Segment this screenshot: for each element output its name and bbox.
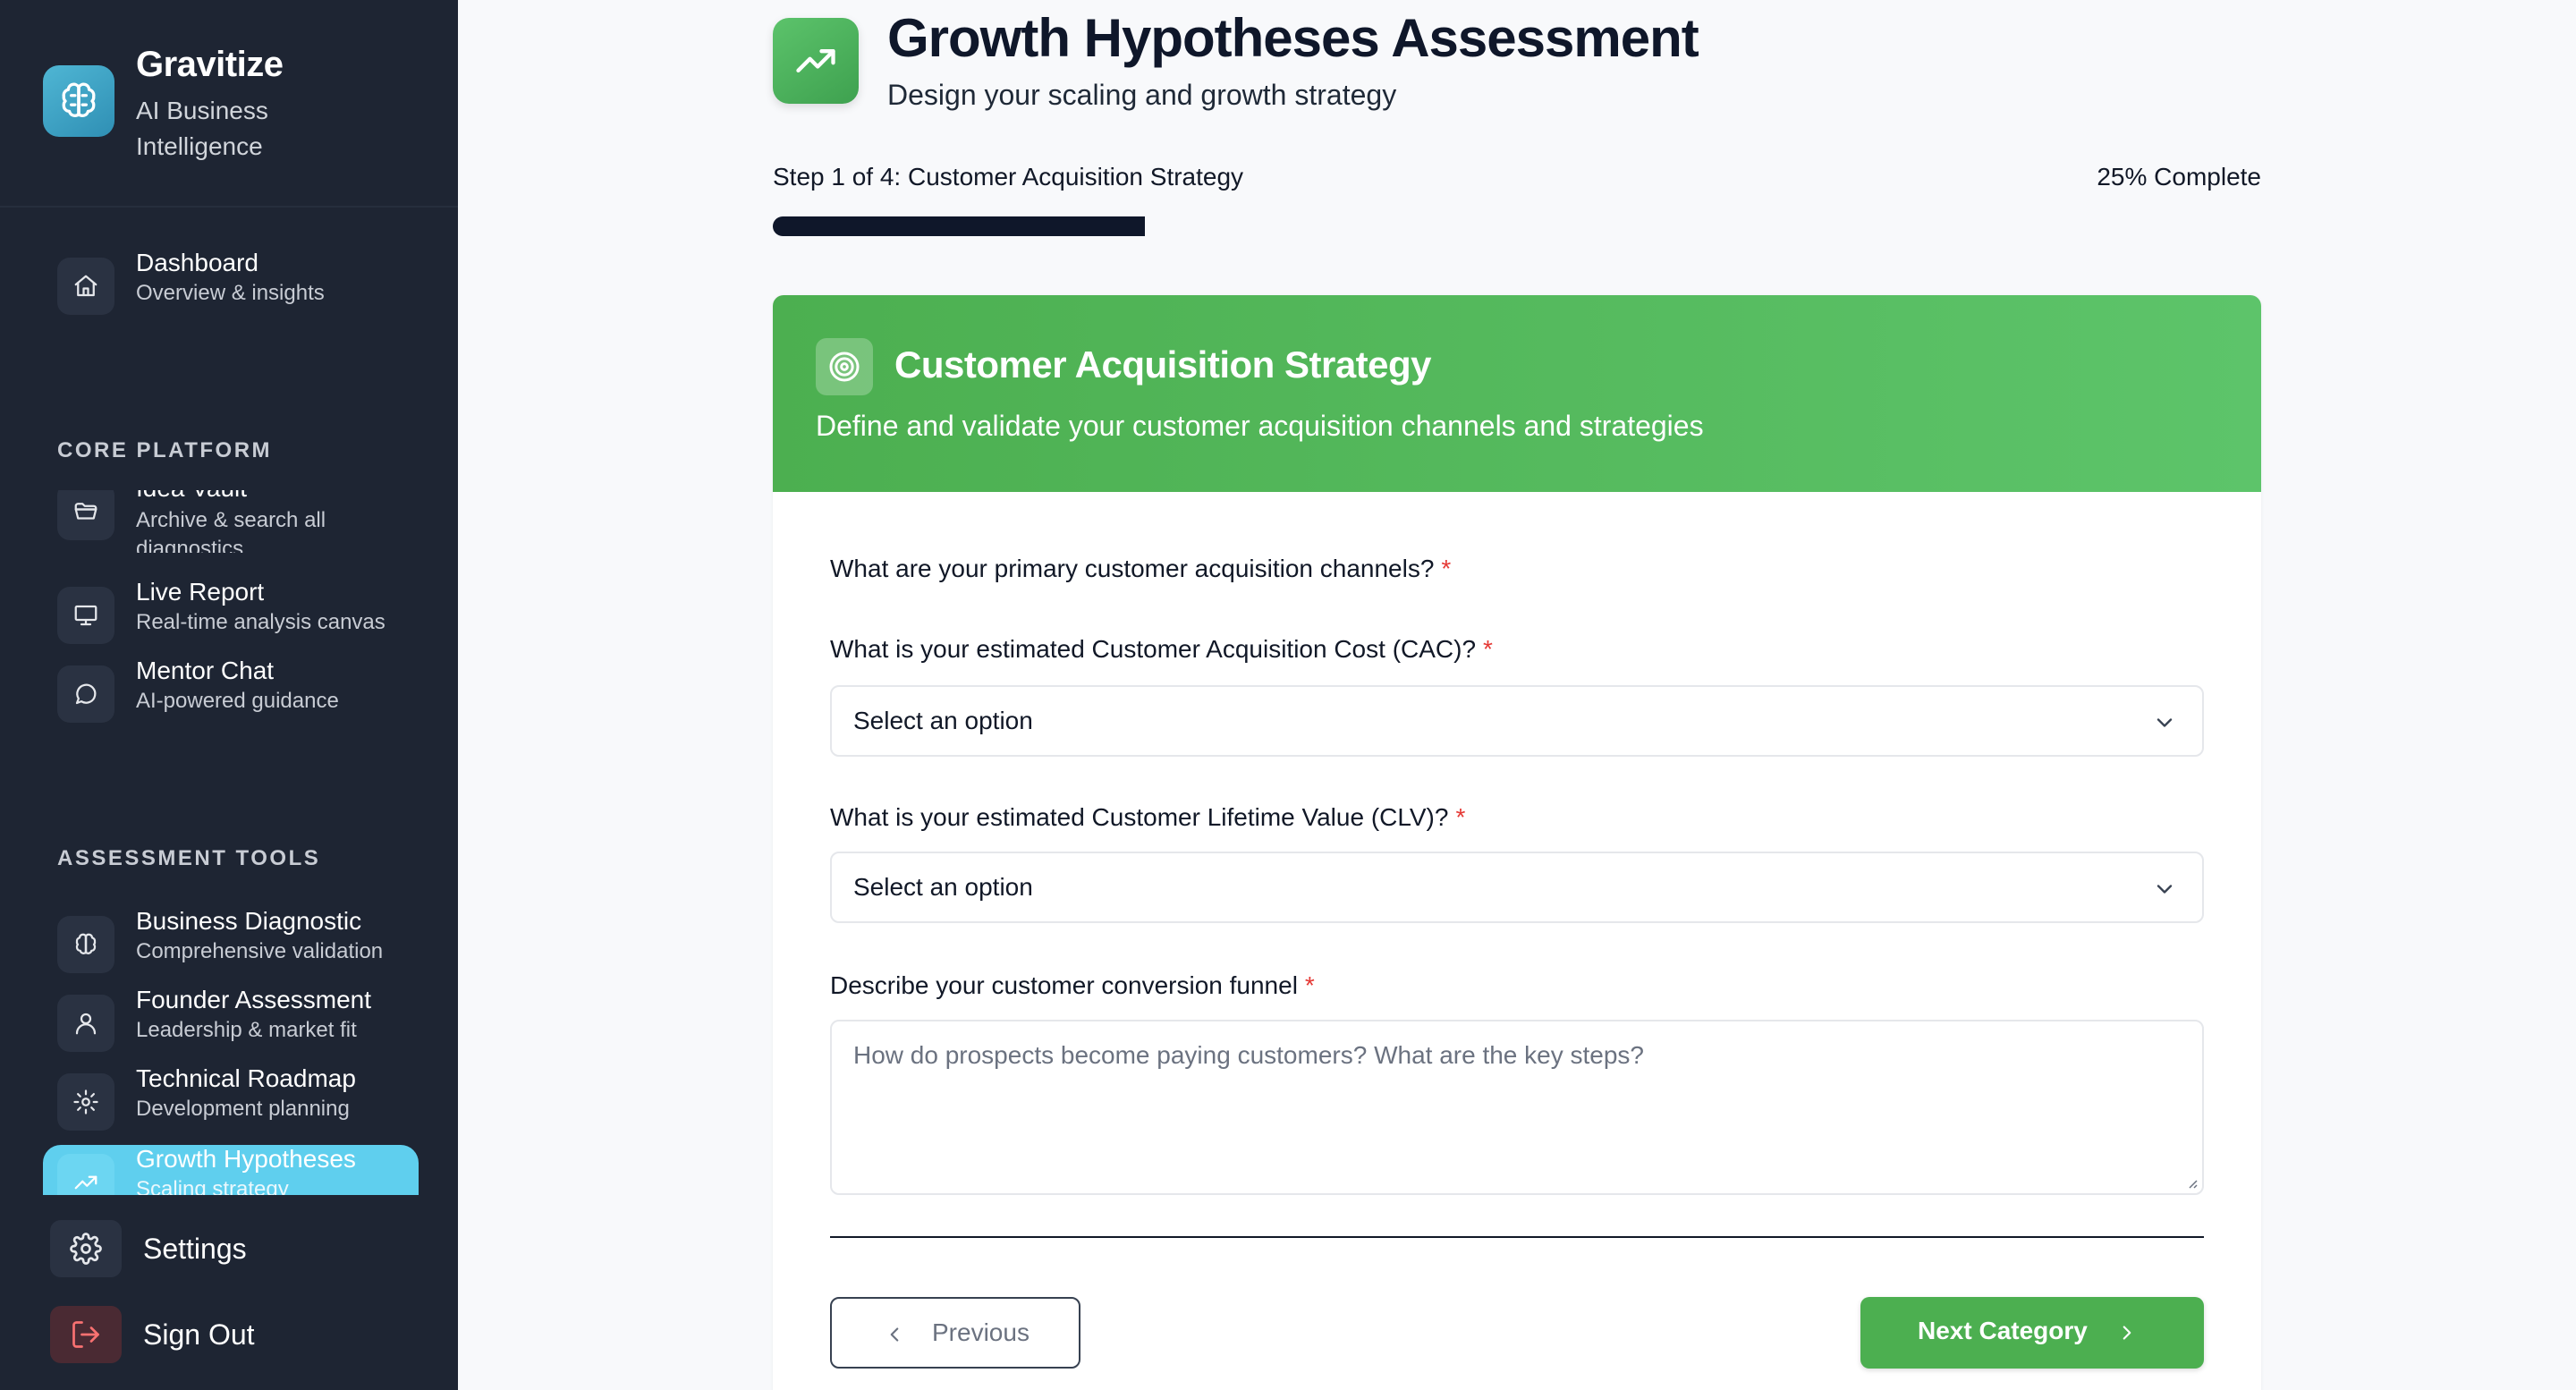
monitor-icon xyxy=(57,587,114,644)
form-divider xyxy=(830,1236,2204,1238)
settings-label: Settings xyxy=(143,1233,247,1265)
settings-button[interactable]: Settings xyxy=(50,1220,426,1277)
required-marker: * xyxy=(1441,555,1452,582)
required-marker: * xyxy=(1455,803,1466,831)
brand: Gravitize AI Business Intelligence xyxy=(43,41,436,166)
sidebar-item-subtitle: Comprehensive validation xyxy=(136,939,384,963)
sidebar-item-title: Growth Hypotheses xyxy=(136,1145,356,1173)
sidebar-item-title: Mentor Chat xyxy=(136,657,275,684)
required-marker: * xyxy=(1304,971,1315,999)
previous-button[interactable]: Previous xyxy=(830,1297,1080,1369)
trending-up-icon xyxy=(773,18,859,104)
sidebar-clip-idea-vault: Idea Vault Archive & search all diagnost… xyxy=(0,490,458,553)
question-text: What is your estimated Customer Lifetime… xyxy=(830,803,1449,831)
sidebar-item-title: Business Diagnostic xyxy=(136,907,362,935)
sidebar-item-business-diagnostic[interactable]: Business Diagnostic Comprehensive valida… xyxy=(43,907,419,979)
sidebar-item-subtitle: Archive & search all diagnostics xyxy=(136,508,326,553)
chat-icon xyxy=(57,665,114,723)
card-description: Define and validate your customer acquis… xyxy=(816,410,1704,442)
sidebar-item-title: Idea Vault xyxy=(136,490,247,503)
sidebar-clip-growth: Growth Hypotheses Scaling strategy xyxy=(0,1136,458,1195)
question-text: What is your estimated Customer Acquisit… xyxy=(830,635,1477,663)
page-title: Growth Hypotheses Assessment xyxy=(887,8,1699,68)
brain-icon xyxy=(57,916,114,973)
select-value: Select an option xyxy=(853,707,1033,734)
sidebar-item-subtitle: Leadership & market fit xyxy=(136,1018,357,1042)
progress-bar-fill xyxy=(773,216,1145,236)
resize-grip-icon[interactable] xyxy=(2184,1175,2199,1190)
sidebar-item-title: Technical Roadmap xyxy=(136,1064,356,1092)
sidebar-item-technical-roadmap[interactable]: Technical Roadmap Development planning xyxy=(43,1064,419,1136)
brand-name: Gravitize xyxy=(136,45,284,84)
trending-up-icon xyxy=(57,1154,114,1195)
question-text: Describe your customer conversion funnel xyxy=(830,971,1298,999)
user-icon xyxy=(57,995,114,1052)
sidebar-item-subtitle: AI-powered guidance xyxy=(136,689,339,713)
sidebar-item-dashboard[interactable]: Dashboard Overview & insights xyxy=(43,249,419,320)
progress-bar xyxy=(773,216,2261,236)
clv-select[interactable]: Select an option xyxy=(830,852,2204,923)
logout-icon xyxy=(50,1306,122,1363)
sidebar-item-title: Dashboard xyxy=(136,249,258,276)
section-label-assessment-tools: ASSESSMENT TOOLS xyxy=(57,846,321,870)
gear-icon xyxy=(57,1073,114,1131)
sidebar: Gravitize AI Business Intelligence Dashb… xyxy=(0,0,458,1390)
home-icon xyxy=(57,258,114,315)
target-icon xyxy=(816,338,873,395)
question-label-cac: What is your estimated Customer Acquisit… xyxy=(830,635,1493,664)
chevron-left-icon xyxy=(878,1318,911,1351)
folder-icon xyxy=(57,490,114,540)
next-label: Next Category xyxy=(1918,1317,2088,1344)
sidebar-footer: Settings Sign Out xyxy=(0,1195,458,1390)
sidebar-item-subtitle: Scaling strategy xyxy=(136,1177,289,1195)
brand-tagline: AI Business Intelligence xyxy=(136,97,268,160)
chevron-right-icon xyxy=(2111,1317,2143,1349)
textarea-placeholder: How do prospects become paying customers… xyxy=(853,1041,1644,1069)
sidebar-item-founder-assessment[interactable]: Founder Assessment Leadership & market f… xyxy=(43,986,419,1057)
chevron-down-icon xyxy=(2148,707,2181,739)
sidebar-item-idea-vault[interactable]: Idea Vault Archive & search all diagnost… xyxy=(43,490,419,553)
sidebar-item-live-report[interactable]: Live Report Real-time analysis canvas xyxy=(43,578,419,649)
question-label-funnel: Describe your customer conversion funnel… xyxy=(830,971,1315,1000)
chevron-down-icon xyxy=(2148,873,2181,905)
select-value: Select an option xyxy=(853,873,1033,901)
card-title: Customer Acquisition Strategy xyxy=(894,343,1432,386)
next-category-button[interactable]: Next Category xyxy=(1860,1297,2204,1369)
progress-percent-label: 25% Complete xyxy=(2097,163,2261,191)
section-label-core-platform: CORE PLATFORM xyxy=(57,438,273,462)
sidebar-item-growth-hypotheses[interactable]: Growth Hypotheses Scaling strategy xyxy=(43,1145,419,1195)
card-header: Customer Acquisition Strategy Define and… xyxy=(773,295,2261,492)
previous-label: Previous xyxy=(932,1318,1030,1346)
brain-icon xyxy=(43,65,114,137)
funnel-textarea[interactable]: How do prospects become paying customers… xyxy=(830,1020,2204,1195)
step-label: Step 1 of 4: Customer Acquisition Strate… xyxy=(773,163,1244,191)
sidebar-item-subtitle: Overview & insights xyxy=(136,281,325,305)
sidebar-item-subtitle: Development planning xyxy=(136,1097,350,1121)
sidebar-item-mentor-chat[interactable]: Mentor Chat AI-powered guidance xyxy=(43,657,419,728)
question-text: What are your primary customer acquisiti… xyxy=(830,555,1435,582)
page-subtitle: Design your scaling and growth strategy xyxy=(887,79,1397,111)
cac-select[interactable]: Select an option xyxy=(830,685,2204,757)
question-label-channels: What are your primary customer acquisiti… xyxy=(830,555,1451,583)
question-label-clv: What is your estimated Customer Lifetime… xyxy=(830,803,1465,832)
gear-icon xyxy=(50,1220,122,1277)
sidebar-item-title: Live Report xyxy=(136,578,265,606)
sign-out-button[interactable]: Sign Out xyxy=(50,1306,426,1363)
assessment-card: Customer Acquisition Strategy Define and… xyxy=(773,295,2261,1390)
sidebar-item-subtitle: Real-time analysis canvas xyxy=(136,610,386,634)
sign-out-label: Sign Out xyxy=(143,1318,255,1351)
sidebar-divider xyxy=(0,206,458,208)
sidebar-item-title: Founder Assessment xyxy=(136,986,372,1013)
required-marker: * xyxy=(1483,635,1493,663)
